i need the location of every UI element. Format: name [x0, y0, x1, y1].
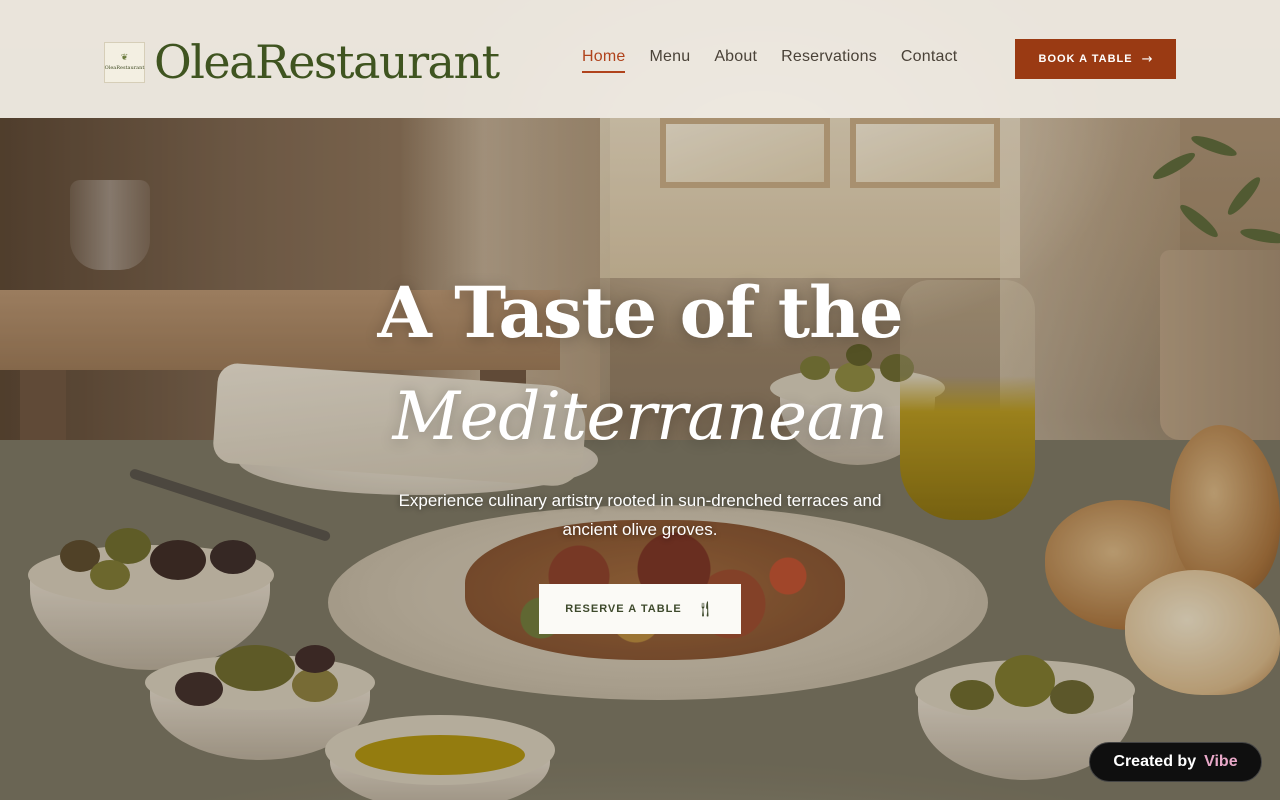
nav-reservations[interactable]: Reservations	[781, 48, 877, 73]
book-table-label: BOOK A TABLE	[1038, 53, 1133, 65]
book-table-button[interactable]: BOOK A TABLE →	[1015, 39, 1176, 79]
reserve-table-label: RESERVE A TABLE	[565, 603, 682, 615]
reserve-table-button[interactable]: RESERVE A TABLE 🍴︎	[539, 584, 741, 634]
nav-contact[interactable]: Contact	[901, 48, 958, 73]
brand-logo[interactable]: ❦ OleaRestaurant OleaRestaurant	[104, 35, 500, 89]
fork-knife-icon: 🍴︎	[695, 600, 715, 618]
hero-title: A Taste of the	[377, 271, 903, 354]
nav-about[interactable]: About	[714, 48, 757, 73]
site-header: ❦ OleaRestaurant OleaRestaurant Home Men…	[0, 0, 1280, 118]
created-by-badge[interactable]: Created by Vibe	[1089, 742, 1262, 782]
nav-menu[interactable]: Menu	[649, 48, 690, 73]
nav-home[interactable]: Home	[582, 48, 626, 73]
brand-name: OleaRestaurant	[154, 35, 500, 89]
main-nav: Home Menu About Reservations Contact	[582, 48, 981, 73]
created-by-label: Created by	[1113, 753, 1197, 770]
hero-title-emphasis: Mediterranean	[392, 378, 888, 455]
vibe-brand-label: Vibe	[1204, 753, 1238, 770]
logo-badge-icon: ❦ OleaRestaurant	[104, 41, 145, 83]
arrow-right-icon: →	[1141, 51, 1153, 67]
hero-subtitle: Experience culinary artistry rooted in s…	[398, 491, 882, 539]
